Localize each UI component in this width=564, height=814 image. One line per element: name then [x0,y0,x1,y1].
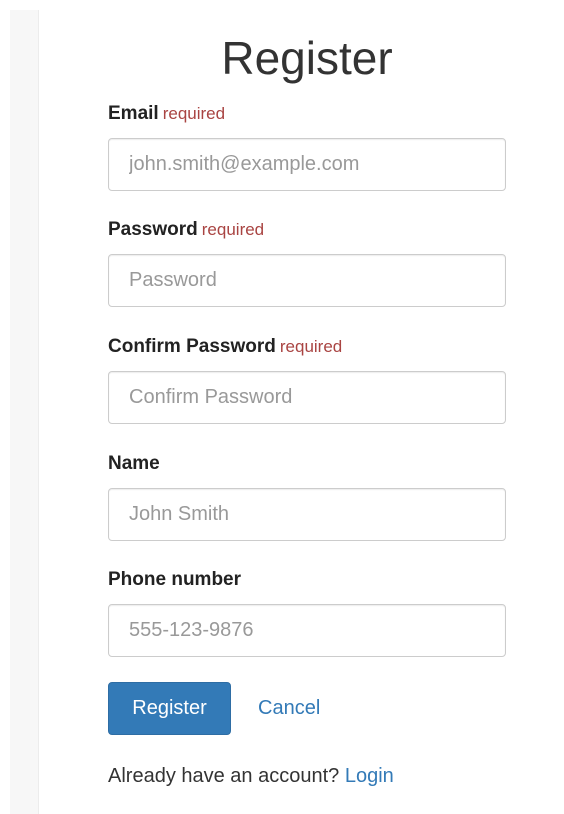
login-link[interactable]: Login [345,765,394,787]
side-panel [10,10,39,814]
confirm-password-label-row: Confirm Password required [108,333,506,361]
email-input[interactable] [108,138,506,191]
phone-input[interactable] [108,604,506,657]
name-field-group: Name [108,450,506,541]
confirm-password-required-label: required [279,337,343,356]
phone-label-row: Phone number [108,566,506,594]
register-button[interactable]: Register [108,682,231,735]
confirm-password-input[interactable] [108,371,506,424]
page-title: Register [221,32,393,84]
password-input[interactable] [108,254,506,307]
phone-field-group: Phone number [108,566,506,657]
password-label: Password [108,219,198,240]
password-field-group: Password required [108,216,506,307]
login-prompt-text: Already have an account? [108,765,340,787]
phone-label: Phone number [108,569,242,590]
email-label: Email [108,103,159,124]
confirm-password-label: Confirm Password [108,336,276,357]
confirm-password-field-group: Confirm Password required [108,333,506,424]
form-actions: Register Cancel [108,682,506,735]
email-field-group: Email required [108,100,506,191]
password-label-row: Password required [108,216,506,244]
register-page: Register Emailrequired Passwordrequired … [0,0,564,814]
password-required-label: required [201,220,265,239]
email-required-label: required [162,104,226,123]
cancel-link[interactable]: Cancel [258,682,320,735]
name-label: Name [108,453,160,474]
name-input[interactable] [108,488,506,541]
email-label-row: Email required [108,100,506,128]
login-prompt: Already have an account? Login [108,762,394,790]
name-label-row: Name [108,450,506,478]
